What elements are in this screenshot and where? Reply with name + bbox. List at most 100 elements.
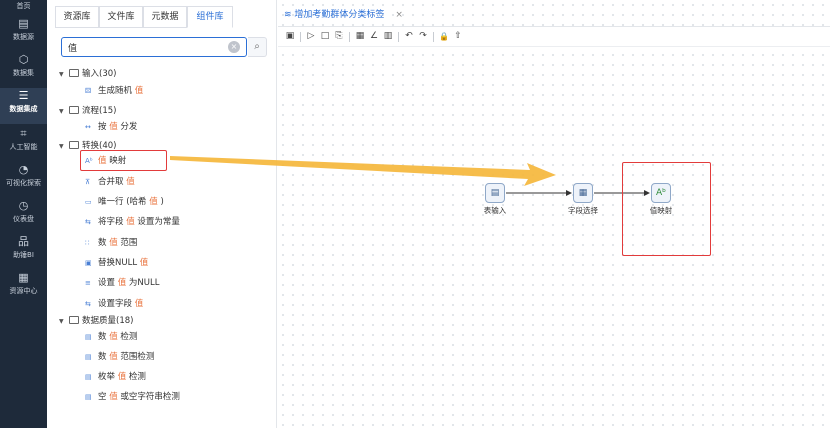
- nav-label: 数据集成: [9, 105, 38, 113]
- caret-down-icon: ▼: [59, 108, 64, 115]
- tree-group-data-quality[interactable]: ▼ 数据质量(18): [59, 314, 133, 328]
- nav-label: 仪表盘: [13, 215, 34, 223]
- set-field-icon: ⇆: [85, 300, 91, 308]
- preview-icon[interactable]: ⎘: [333, 30, 345, 43]
- tree-item[interactable]: ▤ 数 值 检测: [85, 330, 137, 344]
- nav-item-ai[interactable]: ⌗ 人工智能: [0, 126, 47, 162]
- nav-item-bi-assistant[interactable]: 品 助锤BI: [0, 234, 47, 270]
- node-label: 表输入: [483, 206, 507, 215]
- tree-group-label: 输入(30): [82, 69, 117, 79]
- lock-icon[interactable]: 🔒: [438, 30, 450, 43]
- tab-file-library[interactable]: 文件库: [99, 6, 143, 28]
- flow-doc-icon: ≋: [284, 10, 292, 20]
- tree-item[interactable]: ⇆ 将字段 值 设置为常量: [85, 215, 180, 229]
- check-icon: ▤: [85, 333, 92, 341]
- nav-item-home[interactable]: 首页: [0, 0, 47, 14]
- check-icon: ▤: [85, 353, 92, 361]
- upload-icon[interactable]: ⇧: [452, 30, 464, 43]
- caret-down-icon: ▼: [59, 71, 64, 78]
- search-box: ×: [61, 37, 247, 57]
- chart-icon[interactable]: ∠: [368, 30, 380, 43]
- tree-item[interactable]: ▤ 空 值 或空字符串检测: [85, 390, 180, 404]
- tree-item[interactable]: ▣ 替换NULL 值: [85, 256, 148, 270]
- table-input-icon: ▤: [490, 188, 500, 198]
- tab-document[interactable]: ≋ 增加考勤群体分类标签 ×: [284, 5, 409, 25]
- tree-item[interactable]: ⇆ 设置字段 值: [85, 297, 143, 311]
- component-panel: 资源库 文件库 元数据 组件库 × ⌕ ▼ 输入(30) ⚄生成随机 值 ▼ 流程(…: [47, 0, 277, 428]
- close-icon[interactable]: ×: [395, 10, 403, 20]
- nav-item-visual-explore[interactable]: ◔ 可视化探索: [0, 162, 47, 198]
- save-icon[interactable]: ▣: [284, 30, 296, 43]
- tree-group-flow[interactable]: ▼ 流程(15): [59, 104, 116, 118]
- stop-icon[interactable]: □: [319, 30, 331, 43]
- folder-icon: [69, 106, 79, 114]
- nav-label: 可视化探索: [6, 179, 41, 187]
- tree-group-label: 流程(15): [82, 106, 117, 116]
- run-icon[interactable]: ▷: [305, 30, 317, 43]
- toolbar-divider: [433, 32, 434, 42]
- tab-resource-library[interactable]: 资源库: [55, 6, 99, 28]
- nav-item-datasource[interactable]: ▤ 数据源: [0, 16, 47, 52]
- random-icon: ⚄: [85, 87, 92, 95]
- field-select-icon: ▦: [578, 188, 588, 198]
- caret-down-icon: ▼: [59, 143, 64, 150]
- tree-item[interactable]: ∷ 数 值 范围: [85, 236, 137, 250]
- node-table-input[interactable]: ▤: [485, 183, 505, 203]
- tree-group-input[interactable]: ▼ 输入(30): [59, 67, 116, 81]
- tab-document-title: 增加考勤群体分类标签: [294, 10, 385, 20]
- tree-item[interactable]: ▭ 唯一行 (哈希 值 ): [85, 195, 164, 209]
- tab-component-library[interactable]: 组件库: [187, 6, 233, 28]
- grid-icon[interactable]: ▥: [382, 30, 394, 43]
- highlight-box-node: [622, 162, 711, 256]
- gauge-icon: ◷: [18, 199, 29, 212]
- nav-label: 首页: [16, 2, 31, 10]
- nav-item-dataset[interactable]: ⬡ 数据集: [0, 52, 47, 88]
- org-chart-icon: 品: [18, 235, 29, 248]
- search-input[interactable]: [62, 38, 222, 56]
- tree-item[interactable]: ⊼ 合并取 值: [85, 175, 135, 189]
- redo-icon[interactable]: ↷: [417, 30, 429, 43]
- nav-label: 助锤BI: [13, 251, 34, 259]
- check-icon: ▤: [85, 373, 92, 381]
- undo-icon[interactable]: ↶: [403, 30, 415, 43]
- folder-icon: [69, 141, 79, 149]
- distribute-icon: ↔: [85, 123, 91, 131]
- node-label: 字段选择: [568, 206, 598, 215]
- left-nav: 首页 ▤ 数据源 ⬡ 数据集 ☰ 数据集成 ⌗ 人工智能 ◔ 可视化探索 ◷ 仪…: [0, 0, 47, 428]
- editor-toolbar: ▣ ▷ □ ⎘ ▦ ∠ ▥ ↶ ↷ 🔒 ⇧: [278, 27, 830, 47]
- tree-item[interactable]: ⚄ 生成随机 值: [85, 84, 143, 98]
- nav-label: 数据集: [13, 69, 34, 77]
- tree-item[interactable]: ↔ 按 值 分发: [85, 120, 137, 134]
- database-icon: ▤: [18, 17, 29, 30]
- cube-icon: ⬡: [18, 53, 29, 66]
- pie-icon: ◔: [18, 163, 29, 176]
- tree-group-label: 数据质量(18): [82, 316, 134, 326]
- unique-row-icon: ▭: [85, 198, 92, 206]
- caret-down-icon: ▼: [59, 318, 64, 325]
- nav-item-data-integration[interactable]: ☰ 数据集成: [0, 88, 47, 124]
- clear-icon[interactable]: ×: [228, 41, 240, 53]
- nav-item-resource-center[interactable]: ▦ 资源中心: [0, 270, 47, 306]
- nav-item-dashboard[interactable]: ◷ 仪表盘: [0, 198, 47, 234]
- nav-label: 资源中心: [9, 287, 38, 295]
- search-icon: ⌕: [254, 41, 260, 52]
- layers-icon: ☰: [18, 89, 29, 102]
- set-null-icon: ≡: [85, 279, 91, 287]
- nav-label: 数据源: [13, 33, 34, 41]
- nav-label: 人工智能: [9, 143, 38, 151]
- ai-icon: ⌗: [20, 127, 27, 140]
- check-icon: ▤: [85, 393, 92, 401]
- node-field-select[interactable]: ▦: [573, 183, 593, 203]
- resource-icon: ▦: [18, 271, 29, 284]
- tree-item[interactable]: ▤ 枚举 值 检测: [85, 370, 146, 384]
- range-icon: ∷: [85, 239, 90, 247]
- folder-icon: [69, 69, 79, 77]
- table-icon[interactable]: ▦: [354, 30, 366, 43]
- tab-metadata[interactable]: 元数据: [143, 6, 187, 28]
- search-button[interactable]: ⌕: [248, 37, 267, 57]
- folder-icon: [69, 316, 79, 324]
- set-constant-icon: ⇆: [85, 218, 91, 226]
- tree-item[interactable]: ≡ 设置 值 为NULL: [85, 276, 159, 290]
- tree-item[interactable]: ▤ 数 值 范围检测: [85, 350, 154, 364]
- toolbar-divider: [300, 32, 301, 42]
